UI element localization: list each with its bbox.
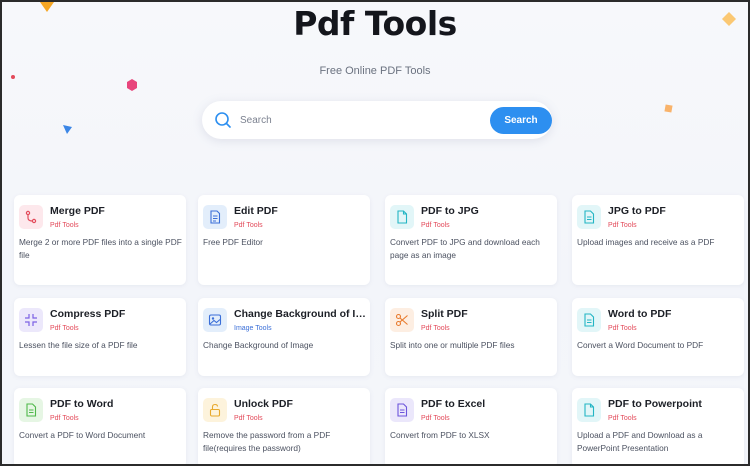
page: Pdf Tools Free Online PDF Tools Search M… <box>2 2 748 464</box>
tool-icon-badge <box>203 398 227 422</box>
page-title: Pdf Tools <box>293 4 457 43</box>
tool-description: Lessen the file size of a PDF file <box>19 340 138 350</box>
tool-title: PDF to Excel <box>421 398 486 410</box>
tool-title: PDF to JPG <box>421 205 479 217</box>
tool-description: Convert PDF to JPG and download each pag… <box>390 237 540 260</box>
tool-icon-badge <box>390 205 414 229</box>
tool-card-split-pdf[interactable]: Split PDF Pdf Tools Split into one or mu… <box>385 298 557 376</box>
scissors-icon <box>395 313 408 327</box>
tool-description: Remove the password from a PDF file(requ… <box>203 430 331 453</box>
file-icon <box>584 403 595 417</box>
tool-card-pdf-to-word[interactable]: PDF to Word Pdf Tools Convert a PDF to W… <box>14 388 186 464</box>
compress-icon <box>25 314 37 326</box>
tool-title: PDF to Word <box>50 398 114 410</box>
tool-card-change-background[interactable]: Change Background of Image Image Tools C… <box>198 298 370 376</box>
tool-icon-badge <box>390 308 414 332</box>
tool-category-tag: Pdf Tools <box>421 222 450 229</box>
tool-title: Split PDF <box>421 308 468 320</box>
tool-card-compress-pdf[interactable]: Compress PDF Pdf Tools Lessen the file s… <box>14 298 186 376</box>
tool-card-pdf-to-excel[interactable]: PDF to Excel Pdf Tools Convert from PDF … <box>385 388 557 464</box>
tool-title: Edit PDF <box>234 205 278 217</box>
tool-icon-badge <box>577 205 601 229</box>
file-text-icon <box>584 210 595 224</box>
tool-title: PDF to Powerpoint <box>608 398 702 410</box>
tool-description: Convert from PDF to XLSX <box>390 430 490 440</box>
tool-description: Split into one or multiple PDF files <box>390 340 515 350</box>
tool-card-edit-pdf[interactable]: Edit PDF Pdf Tools Free PDF Editor <box>198 195 370 285</box>
search-bar: Search <box>202 101 552 139</box>
tool-category-tag: Pdf Tools <box>608 415 637 422</box>
tool-description: Convert a Word Document to PDF <box>577 340 704 350</box>
tool-card-pdf-to-powerpoint[interactable]: PDF to Powerpoint Pdf Tools Upload a PDF… <box>572 388 744 464</box>
file-text-icon <box>584 313 595 327</box>
merge-icon <box>25 210 37 224</box>
file-icon <box>397 210 408 224</box>
tool-icon-badge <box>577 398 601 422</box>
tool-icon-badge <box>203 308 227 332</box>
tool-title: Merge PDF <box>50 205 105 217</box>
tool-category-tag: Pdf Tools <box>608 222 637 229</box>
tool-description: Merge 2 or more PDF files into a single … <box>19 237 182 260</box>
tool-card-jpg-to-pdf[interactable]: JPG to PDF Pdf Tools Upload images and r… <box>572 195 744 285</box>
search-icon <box>215 112 231 128</box>
tool-title: Change Background of Image <box>234 308 369 320</box>
tool-title: Word to PDF <box>608 308 672 320</box>
tool-category-tag: Pdf Tools <box>608 325 637 332</box>
tool-category-tag: Pdf Tools <box>50 325 79 332</box>
tool-icon-badge <box>390 398 414 422</box>
tool-description: Upload a PDF and Download as a PowerPoin… <box>577 430 703 453</box>
decorative-triangle-blue <box>63 125 72 134</box>
tool-description: Convert a PDF to Word Document <box>19 430 146 440</box>
page-subtitle: Free Online PDF Tools <box>319 65 431 77</box>
tool-card-unlock-pdf[interactable]: Unlock PDF Pdf Tools Remove the password… <box>198 388 370 464</box>
file-text-icon <box>397 403 408 417</box>
tool-description: Upload images and receive as a PDF <box>577 237 715 247</box>
tool-category-tag: Pdf Tools <box>50 415 79 422</box>
tool-icon-badge <box>203 205 227 229</box>
tool-category-tag: Pdf Tools <box>50 222 79 229</box>
tool-category-tag: Image Tools <box>234 325 272 332</box>
tool-icon-badge <box>577 308 601 332</box>
search-input[interactable] <box>240 109 480 131</box>
tool-description: Free PDF Editor <box>203 237 263 247</box>
tool-card-merge-pdf[interactable]: Merge PDF Pdf Tools Merge 2 or more PDF … <box>14 195 186 285</box>
tool-icon-badge <box>19 205 43 229</box>
tool-title: Compress PDF <box>50 308 126 320</box>
tool-category-tag: Pdf Tools <box>421 325 450 332</box>
document-edit-icon <box>210 210 221 224</box>
tool-category-tag: Pdf Tools <box>234 222 263 229</box>
tool-icon-badge <box>19 398 43 422</box>
decorative-cube-pink <box>127 79 137 91</box>
unlock-icon <box>209 403 221 417</box>
tool-description: Change Background of Image <box>203 340 314 350</box>
tool-card-word-to-pdf[interactable]: Word to PDF Pdf Tools Convert a Word Doc… <box>572 298 744 376</box>
tool-title: JPG to PDF <box>608 205 666 217</box>
tool-title: Unlock PDF <box>234 398 293 410</box>
file-text-icon <box>26 403 37 417</box>
tool-card-pdf-to-jpg[interactable]: PDF to JPG Pdf Tools Convert PDF to JPG … <box>385 195 557 285</box>
tool-category-tag: Pdf Tools <box>234 415 263 422</box>
tool-icon-badge <box>19 308 43 332</box>
decorative-cube-orange <box>664 104 673 113</box>
image-icon <box>208 314 222 326</box>
tool-category-tag: Pdf Tools <box>421 415 450 422</box>
search-button[interactable]: Search <box>490 107 552 134</box>
